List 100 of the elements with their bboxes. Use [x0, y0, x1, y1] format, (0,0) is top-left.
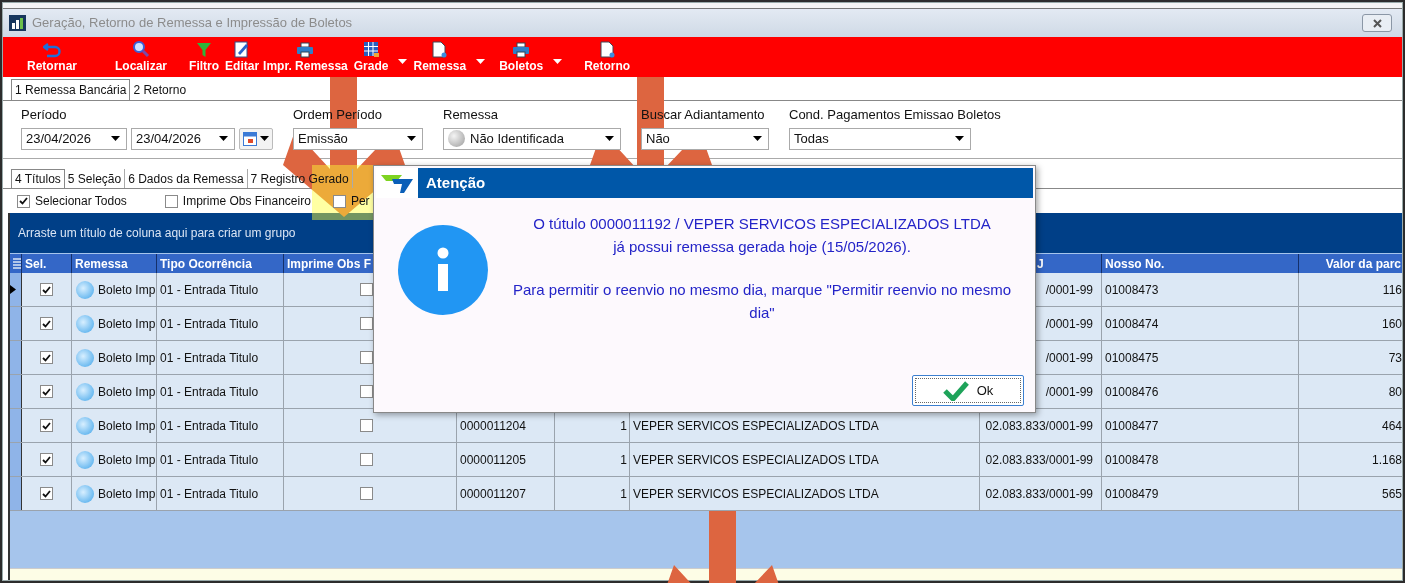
checkbox[interactable]: [164, 194, 178, 208]
row-indicator[interactable]: [10, 273, 22, 306]
toolbar-button[interactable]: Filtro: [189, 42, 220, 74]
column-header[interactable]: Tipo Ocorrência: [160, 254, 252, 273]
checkbox[interactable]: [360, 453, 373, 466]
row-indicator[interactable]: [10, 307, 22, 340]
column-chooser-icon[interactable]: [13, 257, 21, 270]
checkbox[interactable]: [40, 487, 53, 500]
grid-icon: [362, 41, 380, 58]
table-cell-text: 01 - Entrada Titulo: [160, 417, 259, 435]
toolbar-button[interactable]: Editar: [225, 41, 260, 74]
checkbox-label: Imprime Obs Financeiro: [182, 193, 311, 210]
table-cell-text: Boleto Imp: [98, 485, 156, 503]
toolbar-button[interactable]: Retorno: [584, 41, 631, 74]
table-cell-text: Boleto Imp: [98, 417, 156, 435]
table-cell-text: Boleto Imp: [98, 315, 156, 333]
checkbox[interactable]: [40, 351, 53, 364]
table-cell-text: 1: [620, 485, 627, 503]
toolbar-button[interactable]: Localizar: [115, 40, 168, 74]
logo-icon: [380, 172, 414, 194]
row-indicator[interactable]: [10, 409, 22, 442]
column-header[interactable]: Valor da parc: [1325, 254, 1401, 273]
checkbox[interactable]: [40, 453, 53, 466]
checkbox[interactable]: [360, 487, 373, 500]
caret-icon: [476, 59, 486, 64]
table-cell-text: 0000011205: [460, 451, 526, 469]
printer-icon: [296, 42, 315, 58]
select-field[interactable]: Não: [641, 127, 769, 150]
caret-icon: [407, 136, 416, 141]
column-header[interactable]: Imprime Obs F: [287, 254, 372, 273]
table-cell-text: Boleto Imp: [98, 281, 156, 299]
tab[interactable]: 1 Remessa Bancária: [11, 79, 131, 100]
toolbar-button[interactable]: Impr. Remessa: [263, 42, 348, 74]
table-cell-text: VEPER SERVICOS ESPECIALIZADOS LTDA: [633, 417, 879, 435]
row-indicator[interactable]: [10, 375, 22, 408]
toolbar-button[interactable]: Remessa: [413, 41, 486, 74]
toolbar-button[interactable]: Grade: [353, 41, 408, 74]
table-cell-text: 464: [1381, 417, 1402, 435]
toolbar-button[interactable]: Boletos: [499, 42, 563, 74]
toolbar-button[interactable]: Retornar: [27, 42, 77, 74]
checkbox[interactable]: [360, 283, 373, 296]
caret-icon: [219, 136, 228, 141]
tab[interactable]: 4 Títulos: [11, 169, 65, 188]
field-label: Cond. Pagamentos Emissao Boletos: [789, 106, 1001, 124]
close-button[interactable]: [1362, 14, 1392, 32]
info-icon: [398, 225, 488, 315]
select-field[interactable]: Todas: [789, 127, 971, 150]
table-cell-text: 01 - Entrada Titulo: [160, 383, 259, 401]
checkbox[interactable]: [40, 317, 53, 330]
table-cell-text: Boleto Imp: [98, 383, 156, 401]
table-cell-text: 116: [1382, 281, 1402, 299]
table-cell-text: /0001-99: [1045, 315, 1093, 333]
checkbox[interactable]: [40, 385, 53, 398]
row-indicator[interactable]: [10, 477, 22, 510]
row-indicator[interactable]: [10, 443, 22, 476]
current-row-icon: [10, 285, 16, 294]
table-cell-text: /0001-99: [1045, 383, 1093, 401]
column-header[interactable]: Nosso No.: [1105, 254, 1165, 273]
checkbox[interactable]: [360, 419, 373, 432]
select-field[interactable]: Emissão: [293, 127, 423, 150]
date-field[interactable]: 23/04/2026: [131, 127, 235, 150]
table-cell-text: 565: [1381, 485, 1402, 503]
table-cell-text: 160: [1381, 315, 1402, 333]
column-header[interactable]: Remessa: [75, 254, 128, 273]
ok-button[interactable]: Ok: [912, 375, 1024, 406]
select-field[interactable]: Não Identificada: [443, 127, 621, 150]
calendar-button[interactable]: [239, 127, 273, 150]
table-cell-text: 1: [620, 451, 627, 469]
table-cell-text: Boleto Imp: [98, 349, 156, 367]
table-cell-text: 01008476: [1105, 383, 1159, 401]
column-header[interactable]: J: [1037, 254, 1044, 273]
checkbox[interactable]: [17, 194, 30, 208]
table-cell-text: 0000011204: [460, 417, 526, 435]
checkbox-label: Selecionar Todos: [35, 193, 127, 210]
table-cell-text: 02.083.833/0001-99: [985, 451, 1093, 469]
tab[interactable]: 2 Retorno: [130, 79, 190, 100]
dialog-message: O tútulo 0000011192 / VEPER SERVICOS ESPECIALIZADOS LTDA já possui remessa gerada hoje (15/05/2026).: [532, 214, 992, 257]
printer-icon: [512, 42, 531, 58]
table-cell-text: 01008478: [1105, 451, 1159, 469]
date-field[interactable]: 23/04/2026: [21, 127, 127, 150]
checkbox[interactable]: [360, 317, 373, 330]
table-cell-text: VEPER SERVICOS ESPECIALIZADOS LTDA: [633, 485, 879, 503]
document-icon: [599, 41, 615, 58]
checkbox-label: Per: [350, 193, 370, 210]
checkbox[interactable]: [40, 419, 53, 432]
checkbox[interactable]: [360, 351, 373, 364]
table-cell-text: 01008473: [1105, 281, 1159, 299]
document-icon: [432, 41, 448, 58]
checkbox[interactable]: [360, 385, 373, 398]
checkbox[interactable]: [40, 283, 53, 296]
caret-icon: [111, 136, 120, 141]
caret-icon: [553, 59, 563, 64]
table-cell-text: Boleto Imp: [98, 451, 156, 469]
tab[interactable]: 6 Dados da Remessa: [125, 169, 248, 188]
row-indicator[interactable]: [10, 341, 22, 374]
table-cell-text: 01 - Entrada Titulo: [160, 451, 259, 469]
undo-arrow-icon: [43, 42, 61, 58]
column-header[interactable]: Sel.: [25, 254, 47, 273]
tab[interactable]: 5 Seleção: [64, 169, 126, 188]
table-cell-text: 01008475: [1105, 349, 1159, 367]
